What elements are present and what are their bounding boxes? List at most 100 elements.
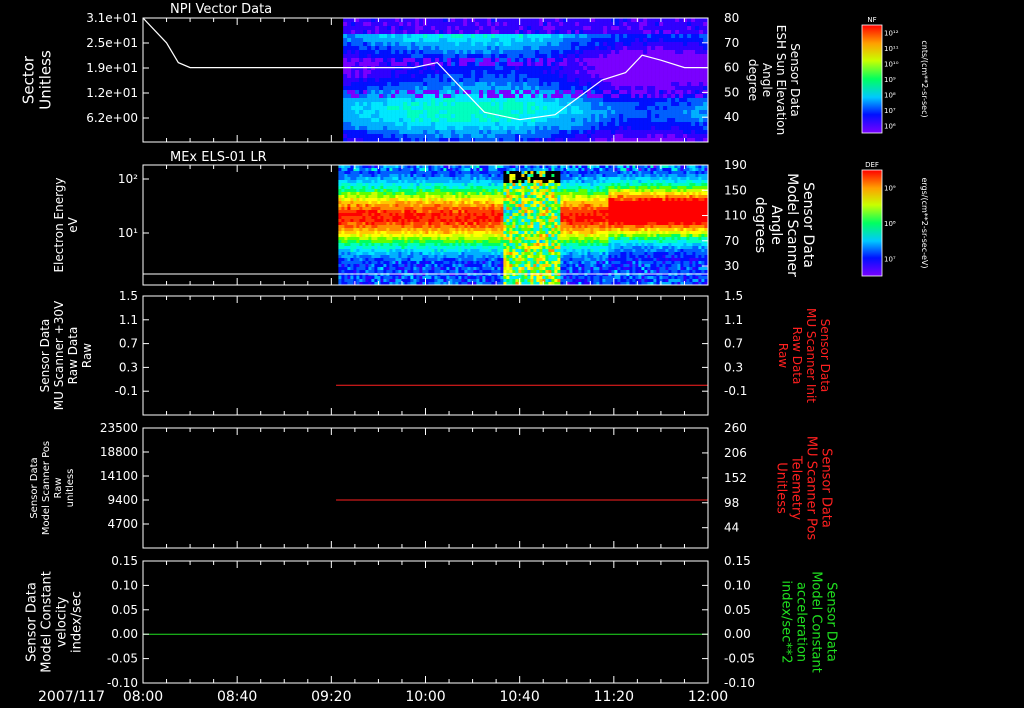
panel4-right-tick-label: 260 — [724, 421, 747, 435]
panel3-right-axis-title: Sensor Data — [818, 319, 832, 393]
colorbar2-tick-label: 10⁸ — [884, 220, 896, 228]
panel5-right-tick-label: 0.15 — [724, 554, 751, 568]
panel3-right-tick-label: 0.3 — [724, 360, 743, 374]
panel1-right-axis-title: Sensor Data — [788, 43, 802, 117]
panel4-right-axis-title: Sensor Data — [819, 448, 834, 528]
panel3-right-tick-label: 0.7 — [724, 337, 743, 351]
panel5-left-tick-label: -0.10 — [107, 676, 138, 690]
x-axis-tick-label: 11:20 — [594, 689, 634, 705]
panel1-right-tick-label: 70 — [724, 36, 739, 50]
x-axis-tick-label: 09:20 — [311, 689, 351, 705]
panel1-right-axis-title: ESH Sun Elevation — [774, 25, 788, 135]
panel4-right-axis-title: Unitless — [774, 462, 789, 514]
colorbar1 — [862, 25, 882, 133]
x-axis-tick-label: 12:00 — [688, 689, 728, 705]
panel3-left-axis-title: Raw — [80, 343, 94, 368]
panel4-right-axis-title: Telemetry — [789, 455, 804, 520]
panel3-right-tick-label: -0.1 — [724, 384, 747, 398]
panel5-left-tick-label: 0.00 — [111, 627, 138, 641]
panel5-right-axis-title: Model Constant — [809, 571, 824, 673]
panel2-right-tick-label: 190 — [724, 158, 747, 172]
panel5-right-tick-label: 0.00 — [724, 627, 751, 641]
colorbar1-tick-label: 10⁹ — [884, 76, 896, 84]
panel2-left-tick-label: 10¹ — [118, 226, 138, 240]
colorbar1-tick-label: 10⁷ — [884, 107, 896, 115]
x-axis-date-label: 2007/117 — [38, 689, 105, 705]
panel4-right-tick-label: 44 — [724, 521, 739, 535]
panel2-left-tick-label: 10² — [118, 172, 138, 186]
panel1-right-tick-label: 40 — [724, 110, 739, 124]
panel2-right-axis-title: Angle — [768, 205, 784, 245]
panel4-left-axis-title: unitless — [65, 469, 76, 508]
panel5-right-tick-label: 0.10 — [724, 578, 751, 592]
panel4-left-tick-label: 18800 — [100, 445, 138, 459]
panel2-right-tick-label: 150 — [724, 183, 747, 197]
panel2-right-axis-title: Sensor Data — [800, 182, 816, 268]
panel2-right-axis-title: degrees — [752, 197, 768, 253]
panel1-title: NPI Vector Data — [170, 2, 272, 17]
colorbar2 — [862, 170, 882, 276]
panel4-right-tick-label: 98 — [724, 496, 739, 510]
x-axis-tick-label: 08:00 — [123, 689, 163, 705]
panel4-left-axis-title: Sensor Data — [29, 457, 40, 518]
panel5-left-axis-title: Sensor Data — [25, 582, 40, 662]
panel4-left-tick-label: 9400 — [107, 493, 138, 507]
panel3-right-axis-title: Raw Data — [790, 327, 804, 385]
panel5-right-tick-label: 0.05 — [724, 603, 751, 617]
panel5-right-tick-label: -0.05 — [724, 652, 755, 666]
panel3-right-tick-label: 1.5 — [724, 289, 743, 303]
panel4-right-tick-label: 152 — [724, 471, 747, 485]
colorbar1-unit: cnts/(cm**2-sr-sec) — [920, 40, 929, 117]
x-axis-tick-label: 10:40 — [499, 689, 539, 705]
panel4-left-tick-label: 4700 — [107, 517, 138, 531]
panel2-right-tick-label: 110 — [724, 209, 747, 223]
colorbar1-tick-label: 10⁶ — [884, 122, 896, 130]
panel5-left-axis-title: index/sec — [70, 591, 85, 653]
panel1-left-tick-label: 1.9e+01 — [86, 61, 138, 75]
x-axis-tick-label: 08:40 — [217, 689, 257, 705]
panel4-right-axis-title: MU Scanner Pos — [804, 436, 819, 541]
panel4-left-tick-label: 23500 — [100, 421, 138, 435]
panel5-left-tick-label: 0.05 — [111, 603, 138, 617]
panel1-left-axis-title: Unitless — [37, 50, 55, 110]
panel5-left-axis-title: velocity — [55, 596, 70, 647]
colorbar2-label: DEF — [865, 161, 879, 169]
panel4-frame — [142, 427, 709, 549]
panel5-left-tick-label: 0.10 — [111, 578, 138, 592]
panel5-frame — [142, 560, 709, 684]
colorbar1-tick-label: 10⁸ — [884, 91, 896, 99]
colorbar1-tick-label: 10¹¹ — [884, 45, 899, 53]
panel4-left-axis-title: Model Scanner Pos — [41, 441, 52, 535]
panel1-left-tick-label: 3.1e+01 — [86, 11, 138, 25]
panel3-left-axis-title: Raw Data — [66, 327, 80, 385]
panel5-right-axis-title: index/sec**2 — [779, 580, 794, 663]
panel1-right-tick-label: 50 — [724, 85, 739, 99]
panel1-left-tick-label: 2.5e+01 — [86, 36, 138, 50]
panel1-right-tick-label: 60 — [724, 61, 739, 75]
panel3-left-tick-label: 1.1 — [119, 313, 138, 327]
panel2-right-axis-title: Model Scanner — [784, 173, 800, 277]
panel3-left-tick-label: 0.3 — [119, 360, 138, 374]
ncaps-style-multi-panel-chart: 3.1e+01 2.5e+01 1.9e+01 1.2e+01 6.2e+00 80 70 6… — [20, 2, 930, 705]
colorbar1-tick-label: 10¹⁰ — [884, 61, 899, 69]
panel4-left-tick-label: 14100 — [100, 469, 138, 483]
panel3-left-tick-label: -0.1 — [115, 384, 138, 398]
panel2-spectrogram — [338, 165, 708, 285]
colorbar1-label: NF — [867, 16, 876, 24]
panel3-left-tick-label: 0.7 — [119, 337, 138, 351]
panel1-left-tick-label: 6.2e+00 — [86, 111, 138, 125]
panel3-left-tick-label: 1.5 — [119, 289, 138, 303]
panel3-right-axis-title: Raw — [776, 343, 790, 368]
colorbar2-tick-label: 10⁷ — [884, 255, 896, 263]
panel2-right-tick-label: 70 — [724, 234, 739, 248]
panel3-right-tick-label: 1.1 — [724, 313, 743, 327]
x-axis-tick-label: 10:00 — [405, 689, 445, 705]
colorbar2-unit: ergs/(cm**2-sr-sec-eV) — [920, 177, 929, 268]
panel2-title: MEx ELS-01 LR — [170, 150, 267, 165]
panel1-right-tick-label: 80 — [724, 11, 739, 25]
panel3-right-axis-title: MU Scanner Init — [804, 308, 818, 403]
panel4-left-axis-title: Raw — [53, 477, 64, 498]
panel1-left-axis-title: Sector — [20, 55, 38, 104]
panel1-spectrogram — [343, 18, 708, 142]
panel1-left-tick-label: 1.2e+01 — [86, 86, 138, 100]
